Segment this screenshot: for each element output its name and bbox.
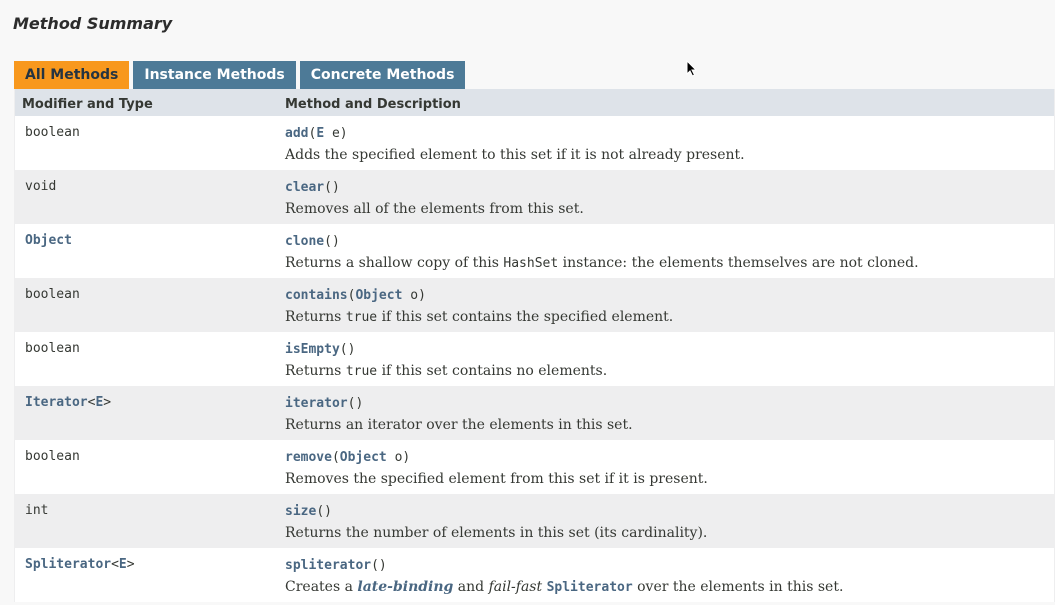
table-row: Spliterator<E> spliterator() Creates a l… (15, 548, 1054, 602)
table-header: Modifier and Type Method and Description (15, 89, 1054, 116)
return-type: boolean (25, 341, 80, 356)
method-signature: spliterator() (285, 558, 387, 573)
method-description: Creates a late-binding and fail-fast Spl… (285, 579, 844, 595)
return-type-link[interactable]: Iterator (25, 395, 88, 410)
method-link-iterator[interactable]: iterator (285, 396, 348, 411)
method-description: Adds the specified element to this set i… (285, 147, 745, 163)
param-type-link[interactable]: E (316, 126, 324, 141)
method-link-clone[interactable]: clone (285, 234, 324, 249)
method-link-isempty[interactable]: isEmpty (285, 342, 340, 357)
method-description: Removes all of the elements from this se… (285, 201, 584, 217)
method-signature: clear() (285, 180, 340, 195)
late-binding-link[interactable]: late-binding (357, 579, 453, 595)
method-filter-tabs: All Methods Instance Methods Concrete Me… (14, 61, 469, 89)
method-link-spliterator[interactable]: spliterator (285, 558, 371, 573)
method-signature: isEmpty() (285, 342, 356, 357)
tab-instance-methods[interactable]: Instance Methods (133, 61, 296, 89)
method-signature: add(E e) (285, 126, 348, 141)
column-header-modifier: Modifier and Type (22, 97, 153, 112)
return-type-link[interactable]: Object (25, 233, 72, 248)
method-description: Returns an iterator over the elements in… (285, 417, 633, 433)
method-signature: iterator() (285, 396, 364, 411)
table-row: void clear() Removes all of the elements… (15, 170, 1054, 224)
column-header-method: Method and Description (285, 97, 461, 112)
method-link-clear[interactable]: clear (285, 180, 324, 195)
method-signature: contains(Object o) (285, 288, 426, 303)
table-row: int size() Returns the number of element… (15, 494, 1054, 548)
mouse-cursor-icon (686, 60, 698, 77)
return-type: boolean (25, 125, 80, 140)
table-row: Object clone() Returns a shallow copy of… (15, 224, 1054, 278)
method-link-add[interactable]: add (285, 126, 308, 141)
param-type-link[interactable]: Object (355, 288, 402, 303)
method-link-size[interactable]: size (285, 504, 316, 519)
method-link-remove[interactable]: remove (285, 450, 332, 465)
method-description: Removes the specified element from this … (285, 471, 708, 487)
return-type: boolean (25, 449, 80, 464)
page-title: Method Summary (13, 14, 173, 33)
method-signature: clone() (285, 234, 340, 249)
table-row: boolean contains(Object o) Returns true … (15, 278, 1054, 332)
spliterator-link[interactable]: Spliterator (547, 580, 633, 595)
method-summary-table: Modifier and Type Method and Description… (14, 89, 1055, 602)
return-type: Iterator<E> (25, 395, 112, 410)
method-description: Returns true if this set contains the sp… (285, 309, 674, 325)
method-description: Returns true if this set contains no ele… (285, 363, 608, 379)
return-type: Spliterator<E> (25, 557, 135, 572)
type-param-link[interactable]: E (119, 557, 127, 572)
method-description: Returns a shallow copy of this HashSet i… (285, 255, 919, 271)
table-row: boolean isEmpty() Returns true if this s… (15, 332, 1054, 386)
tab-all-methods[interactable]: All Methods (14, 61, 130, 89)
tab-concrete-methods[interactable]: Concrete Methods (299, 61, 466, 89)
return-type: int (25, 503, 49, 518)
table-row: boolean add(E e) Adds the specified elem… (15, 116, 1054, 170)
method-signature: remove(Object o) (285, 450, 411, 465)
return-type: Object (15, 224, 275, 278)
param-type-link[interactable]: Object (340, 450, 387, 465)
table-row: Iterator<E> iterator() Returns an iterat… (15, 386, 1054, 440)
method-link-contains[interactable]: contains (285, 288, 348, 303)
method-signature: size() (285, 504, 332, 519)
return-type: void (25, 179, 57, 194)
table-row: boolean remove(Object o) Removes the spe… (15, 440, 1054, 494)
method-description: Returns the number of elements in this s… (285, 525, 708, 541)
return-type-link[interactable]: Spliterator (25, 557, 111, 572)
return-type: boolean (25, 287, 80, 302)
